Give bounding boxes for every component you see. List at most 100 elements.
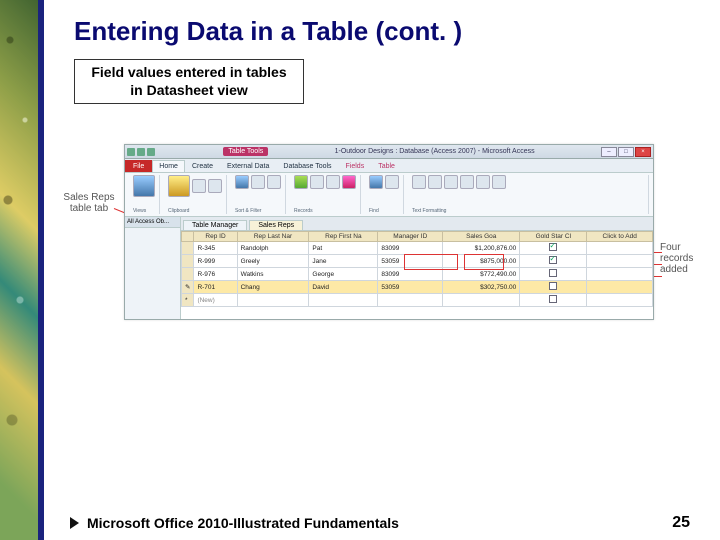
ribbon-tab-dbtools[interactable]: Database Tools bbox=[276, 160, 338, 172]
document-tabs: Table Manager Sales Reps bbox=[181, 217, 653, 231]
qat-icons bbox=[127, 148, 157, 156]
qat-icon[interactable] bbox=[137, 148, 145, 156]
close-button[interactable]: × bbox=[635, 147, 651, 157]
col-firstname[interactable]: Rep First Na bbox=[309, 232, 378, 242]
col-managerid[interactable]: Manager ID bbox=[378, 232, 443, 242]
callout-line2: in Datasheet view bbox=[85, 82, 293, 100]
cell-mgr[interactable]: 53059 bbox=[378, 255, 443, 268]
cell-new[interactable]: (New) bbox=[194, 294, 237, 307]
cell-goal[interactable]: $772,490.00 bbox=[443, 268, 520, 281]
cell-last[interactable]: Chang bbox=[237, 281, 309, 294]
qat-icon[interactable] bbox=[127, 148, 135, 156]
ribbon-group-textfmt: Text Formatting bbox=[408, 175, 649, 214]
ribbon-body: Views Clipboard Sort & bbox=[125, 173, 653, 217]
figure-area: Sales Reps table tab Four records added … bbox=[64, 144, 704, 334]
cell-mgr[interactable]: 83099 bbox=[378, 242, 443, 255]
save-rec-icon[interactable] bbox=[326, 175, 340, 189]
goto-icon[interactable] bbox=[385, 175, 399, 189]
cell-gold[interactable] bbox=[520, 294, 587, 307]
cell-gold[interactable] bbox=[520, 255, 587, 268]
decorative-sidebar bbox=[0, 0, 38, 540]
view-icon[interactable] bbox=[133, 175, 155, 197]
cell-repid[interactable]: R-345 bbox=[194, 242, 237, 255]
col-clicktoadd[interactable]: Click to Add bbox=[587, 232, 653, 242]
checkbox-icon[interactable] bbox=[549, 256, 557, 264]
cell-goal[interactable]: $302,750.00 bbox=[443, 281, 520, 294]
cell-last[interactable]: Watkins bbox=[237, 268, 309, 281]
cell-first[interactable]: George bbox=[309, 268, 378, 281]
cell-repid[interactable]: R-701 bbox=[194, 281, 237, 294]
underline-icon[interactable] bbox=[460, 175, 474, 189]
refresh-icon[interactable] bbox=[294, 175, 308, 189]
cell-gold[interactable] bbox=[520, 281, 587, 294]
cell-first[interactable]: Pat bbox=[309, 242, 378, 255]
col-lastname[interactable]: Rep Last Nar bbox=[237, 232, 309, 242]
ribbon-tab-table[interactable]: Table bbox=[371, 160, 402, 172]
filter-icon[interactable] bbox=[235, 175, 249, 189]
font-icon[interactable] bbox=[412, 175, 426, 189]
cell-gold[interactable] bbox=[520, 242, 587, 255]
table-row[interactable]: ✎ R-701 Chang David 53059 $302,750.00 bbox=[182, 281, 653, 294]
italic-icon[interactable] bbox=[444, 175, 458, 189]
delete-icon[interactable] bbox=[342, 175, 356, 189]
find-icon[interactable] bbox=[369, 175, 383, 189]
checkbox-icon[interactable] bbox=[549, 282, 557, 290]
sort-desc-icon[interactable] bbox=[267, 175, 281, 189]
cell-goal[interactable]: $1,200,876.00 bbox=[443, 242, 520, 255]
callout-line1: Field values entered in tables bbox=[85, 64, 293, 82]
minimize-button[interactable]: – bbox=[601, 147, 617, 157]
ribbon-tab-external[interactable]: External Data bbox=[220, 160, 276, 172]
ribbon-group-find: Find bbox=[365, 175, 404, 214]
footer-arrow-icon bbox=[70, 517, 79, 529]
nav-pane-header[interactable]: All Access Ob... bbox=[125, 217, 180, 228]
window-title-text: 1-Outdoor Designs : Database (Access 200… bbox=[335, 148, 535, 155]
sort-asc-icon[interactable] bbox=[251, 175, 265, 189]
checkbox-icon[interactable] bbox=[549, 295, 557, 303]
cell-mgr[interactable]: 83099 bbox=[378, 268, 443, 281]
col-goldstar[interactable]: Gold Star Cl bbox=[520, 232, 587, 242]
ribbon-group-sortfilter: Sort & Filter bbox=[231, 175, 286, 214]
cell-last[interactable]: Randolph bbox=[237, 242, 309, 255]
table-row-new[interactable]: * (New) bbox=[182, 294, 653, 307]
align-icon[interactable] bbox=[476, 175, 490, 189]
access-window: Table Tools 1-Outdoor Designs : Database… bbox=[124, 144, 654, 320]
ribbon-group-records: Records bbox=[290, 175, 361, 214]
paste-icon[interactable] bbox=[168, 175, 190, 197]
cell-goal[interactable]: $875,000.00 bbox=[443, 255, 520, 268]
col-repid[interactable]: Rep ID bbox=[194, 232, 237, 242]
table-row[interactable]: R-999 Greely Jane 53059 $875,000.00 bbox=[182, 255, 653, 268]
cell-last[interactable]: Greely bbox=[237, 255, 309, 268]
maximize-button[interactable]: □ bbox=[618, 147, 634, 157]
window-buttons: – □ × bbox=[601, 147, 651, 157]
cell-gold[interactable] bbox=[520, 268, 587, 281]
cell-first[interactable]: Jane bbox=[309, 255, 378, 268]
table-row[interactable]: R-345 Randolph Pat 83099 $1,200,876.00 bbox=[182, 242, 653, 255]
copy-icon[interactable] bbox=[208, 179, 222, 193]
fill-icon[interactable] bbox=[492, 175, 506, 189]
row-selector-header[interactable] bbox=[182, 232, 194, 242]
cell-mgr[interactable]: 53059 bbox=[378, 281, 443, 294]
slide-title: Entering Data in a Table (cont. ) bbox=[74, 16, 700, 47]
ribbon-tab-create[interactable]: Create bbox=[185, 160, 220, 172]
cell-repid[interactable]: R-999 bbox=[194, 255, 237, 268]
table-row[interactable]: R-976 Watkins George 83099 $772,490.00 bbox=[182, 268, 653, 281]
bold-icon[interactable] bbox=[428, 175, 442, 189]
annotation-right: Four records added bbox=[660, 242, 708, 275]
footer-text: Microsoft Office 2010-Illustrated Fundam… bbox=[87, 515, 399, 531]
ribbon-group-clipboard: Clipboard bbox=[164, 175, 227, 214]
cell-first[interactable]: David bbox=[309, 281, 378, 294]
datasheet-table[interactable]: Rep ID Rep Last Nar Rep First Na Manager… bbox=[181, 231, 653, 307]
checkbox-icon[interactable] bbox=[549, 243, 557, 251]
navigation-pane[interactable]: All Access Ob... bbox=[125, 217, 181, 319]
new-icon[interactable] bbox=[310, 175, 324, 189]
checkbox-icon[interactable] bbox=[549, 269, 557, 277]
ribbon-tab-home[interactable]: Home bbox=[152, 160, 185, 172]
cell-repid[interactable]: R-976 bbox=[194, 268, 237, 281]
doc-tab-manager[interactable]: Table Manager bbox=[183, 220, 247, 230]
cut-icon[interactable] bbox=[192, 179, 206, 193]
ribbon-tab-fields[interactable]: Fields bbox=[339, 160, 372, 172]
doc-tab-salesreps[interactable]: Sales Reps bbox=[249, 220, 303, 230]
col-salesgoal[interactable]: Sales Goa bbox=[443, 232, 520, 242]
ribbon-tab-file[interactable]: File bbox=[125, 160, 152, 172]
qat-icon[interactable] bbox=[147, 148, 155, 156]
